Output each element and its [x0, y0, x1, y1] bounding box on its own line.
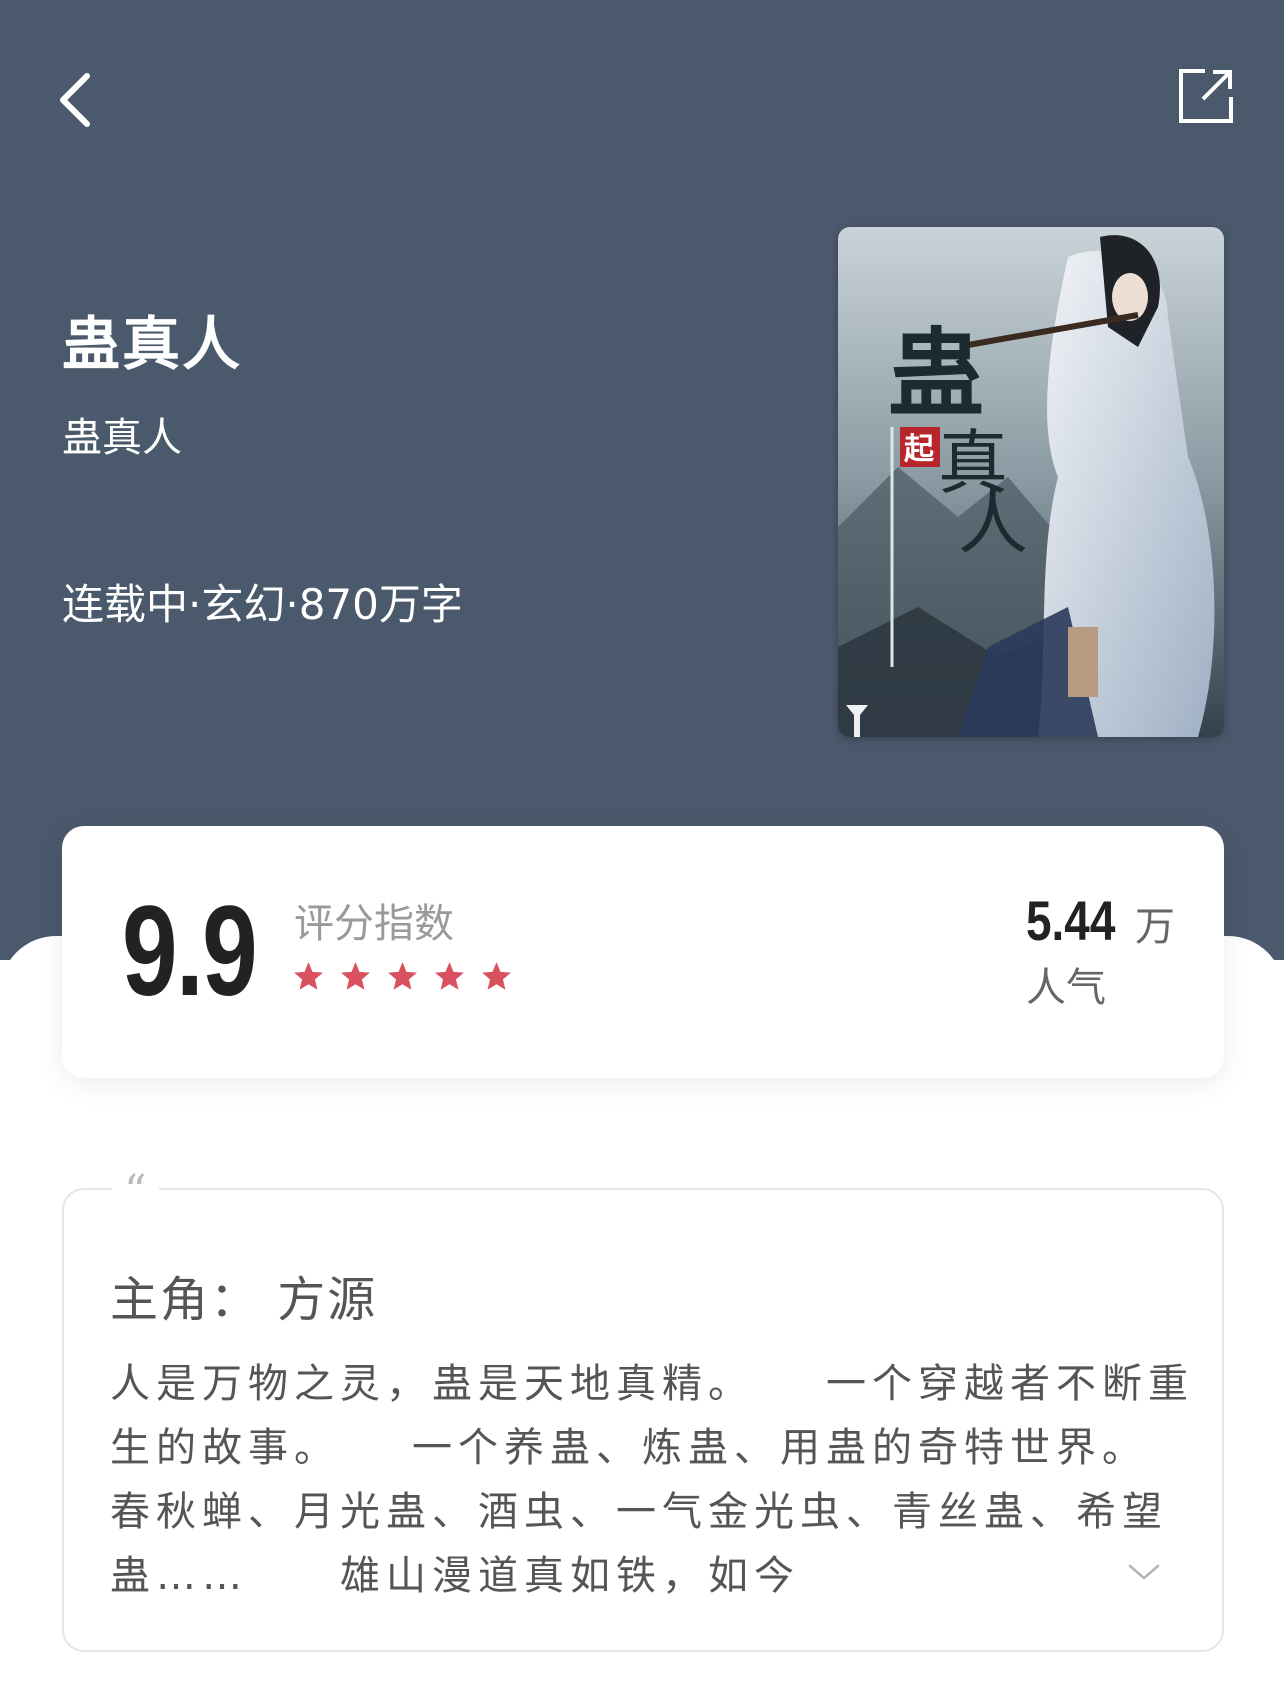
popularity-unit: 万: [1135, 904, 1175, 950]
book-title: 蛊真人: [62, 310, 243, 378]
rating-label: 评分指数: [294, 901, 454, 947]
popularity-label: 人气: [1026, 965, 1106, 1011]
rating-stars: [292, 960, 513, 993]
quote-icon: “: [112, 1172, 159, 1208]
svg-text:人: 人: [958, 482, 1028, 564]
share-external-icon: [1179, 69, 1233, 123]
cover-badge: 起: [904, 432, 935, 467]
star-icon: [435, 962, 464, 990]
intro-card[interactable]: “ 主角： 方源 人是万物之灵，蛊是天地真精。 一个穿越者不断重生的故事。 一个…: [62, 1172, 1224, 1652]
expand-button[interactable]: [1114, 1552, 1174, 1592]
popularity-value: 5.44 万: [1026, 888, 1175, 953]
popularity-number: 5.44: [1026, 889, 1116, 952]
back-button[interactable]: [40, 60, 110, 140]
rating-card: 9.9 评分指数 5.44 万 人气: [62, 826, 1224, 1078]
book-cover[interactable]: 蛊 起 真 人: [838, 227, 1224, 737]
star-icon: [482, 962, 511, 990]
share-button[interactable]: [1170, 60, 1242, 132]
rating-score: 9.9: [122, 880, 258, 1023]
chevron-down-icon: [1128, 1564, 1160, 1580]
book-description: 人是万物之灵，蛊是天地真精。 一个穿越者不断重生的故事。 一个养蛊、炼蛊、用蛊的…: [110, 1361, 1220, 1599]
svg-text:蛊: 蛊: [888, 317, 984, 430]
chevron-left-icon: [60, 73, 90, 127]
star-icon: [388, 962, 417, 990]
protagonist: 主角： 方源: [110, 1272, 378, 1328]
star-icon: [294, 962, 323, 990]
book-author[interactable]: 蛊真人: [62, 412, 182, 464]
star-icon: [341, 962, 370, 990]
book-meta: 连载中·玄幻·870万字: [62, 580, 463, 629]
